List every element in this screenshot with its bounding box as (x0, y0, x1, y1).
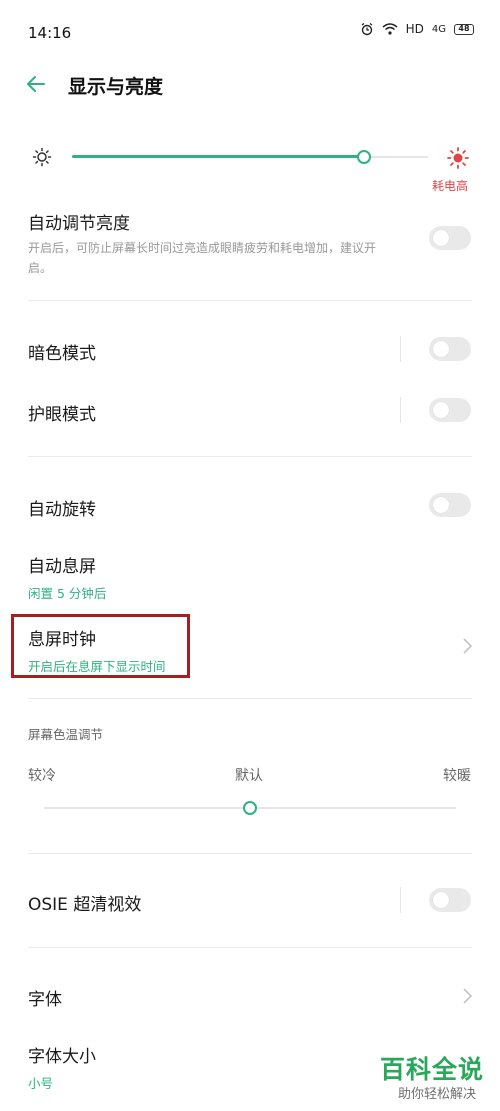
divider (28, 947, 472, 948)
font-size-title: 字体大小 (28, 1047, 96, 1067)
font-size-value: 小号 (28, 1076, 54, 1091)
color-temp-slider-thumb[interactable] (243, 801, 257, 815)
auto-brightness-desc-line1: 开启后，可防止屏幕长时间过亮造成眼睛疲劳和耗电增加，建议开 (28, 241, 377, 255)
brightness-slider-thumb[interactable] (356, 150, 371, 164)
auto-brightness-toggle[interactable] (429, 226, 471, 250)
chevron-right-icon (463, 988, 473, 1004)
auto-rotate-label[interactable]: 自动旋转 (28, 495, 96, 520)
auto-brightness-row[interactable]: 自动调节亮度 开启后，可防止屏幕长时间过亮造成眼睛疲劳和耗电增加，建议开 启。 (28, 209, 418, 278)
page-title: 显示与亮度 (68, 76, 164, 98)
status-icons: HD 4G 48 (360, 22, 474, 36)
vertical-divider (400, 336, 401, 362)
divider (28, 698, 472, 699)
font-size-row[interactable]: 字体大小 小号 (28, 1042, 96, 1092)
screen-timeout-title: 自动息屏 (28, 557, 96, 577)
toggle-knob (433, 402, 449, 418)
toggle-knob (433, 230, 449, 246)
screen-timeout-row[interactable]: 自动息屏 闲置 5 分钟后 (28, 552, 106, 602)
back-arrow-icon[interactable] (24, 72, 48, 96)
highlight-box (11, 614, 190, 678)
vertical-divider (400, 397, 401, 423)
eye-comfort-toggle[interactable] (429, 398, 471, 422)
toggle-knob (433, 892, 449, 908)
auto-brightness-title: 自动调节亮度 (28, 214, 130, 234)
vertical-divider (400, 887, 401, 913)
divider (28, 300, 472, 301)
cool-label: 较冷 (28, 768, 56, 784)
auto-brightness-desc-line2: 启。 (28, 261, 53, 275)
status-time: 14:16 (28, 24, 72, 42)
high-power-label: 耗电高 (432, 179, 469, 193)
header: 显示与亮度 (0, 66, 500, 106)
watermark-subtitle: 助你轻松解决 (397, 1087, 476, 1102)
toggle-knob (433, 497, 449, 513)
battery-icon: 48 (454, 23, 474, 35)
brightness-low-icon (32, 147, 52, 167)
font-label[interactable]: 字体 (28, 985, 62, 1010)
warm-label: 较暖 (443, 768, 471, 784)
eye-comfort-label[interactable]: 护眼模式 (28, 400, 96, 425)
color-temp-section-label: 屏幕色温调节 (28, 727, 104, 742)
brightness-high-icon (447, 147, 469, 169)
watermark-title: 百科全说 (379, 1055, 484, 1084)
osie-label[interactable]: OSIE 超清视效 (28, 890, 141, 915)
divider (28, 853, 472, 854)
network-label: 4G (431, 23, 446, 35)
screen-timeout-value: 闲置 5 分钟后 (28, 586, 107, 601)
brightness-fill (72, 155, 364, 158)
auto-rotate-toggle[interactable] (429, 493, 471, 517)
alarm-icon (361, 22, 372, 36)
default-label: 默认 (235, 768, 263, 784)
status-bar: 14:16 HD 4G 48 (0, 0, 500, 66)
wifi-icon (382, 23, 398, 35)
osie-toggle[interactable] (429, 888, 471, 912)
chevron-right-icon (463, 638, 473, 654)
dark-mode-toggle[interactable] (429, 337, 471, 361)
toggle-knob (433, 341, 449, 357)
hd-label: HD (405, 22, 424, 36)
divider (28, 456, 472, 457)
dark-mode-label[interactable]: 暗色模式 (28, 339, 96, 364)
